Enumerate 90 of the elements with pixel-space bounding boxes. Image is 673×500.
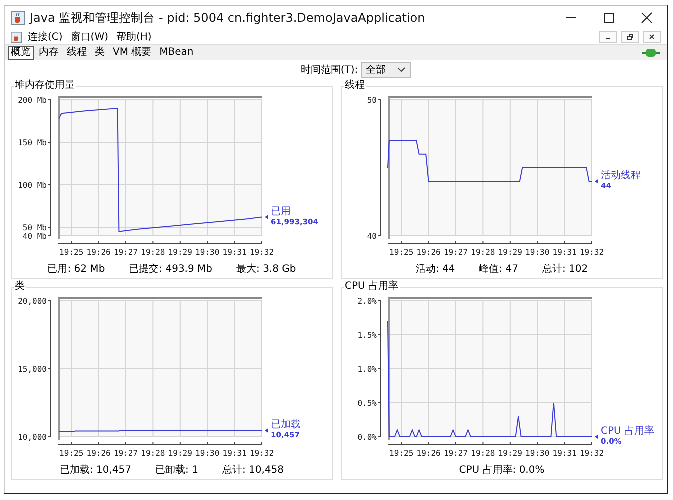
axis-label: 0.5% bbox=[358, 399, 377, 408]
maximize-icon[interactable] bbox=[603, 12, 615, 24]
axis-label: 150 Mb bbox=[18, 138, 47, 148]
close-icon[interactable] bbox=[641, 12, 653, 24]
stat-text: 已用: 62 Mb bbox=[48, 263, 106, 276]
tab[interactable]: 概览 bbox=[8, 46, 34, 60]
panel-title: 类 bbox=[14, 281, 26, 293]
panel-title: 堆内存使用量 bbox=[14, 80, 76, 92]
connection-plug-icon bbox=[642, 48, 660, 58]
tab[interactable]: 线程 bbox=[64, 46, 90, 60]
stat-text: 活动: 44 bbox=[416, 263, 456, 276]
axis-label: 19:32 bbox=[250, 449, 274, 458]
panel-title: 线程 bbox=[344, 80, 366, 92]
current-marker-icon bbox=[265, 428, 268, 433]
axis-label: 100 Mb bbox=[18, 181, 47, 190]
axis-label: 15,000 bbox=[18, 365, 47, 374]
axis-label: 19:29 bbox=[498, 449, 522, 458]
axis-label: 19:28 bbox=[471, 248, 496, 257]
axis-label: 19:31 bbox=[222, 449, 247, 458]
current-marker-icon bbox=[595, 435, 598, 439]
window-title: Java 监视和管理控制台 - pid: 5004 cn.fighter3.DemoJavaApplication bbox=[30, 10, 426, 26]
stat-text: 最大: 3.8 Gb bbox=[236, 262, 296, 276]
axis-label: 2.0% bbox=[358, 297, 377, 306]
axis-label: 40 Mb bbox=[22, 232, 47, 241]
axis-label: 19:30 bbox=[526, 449, 550, 458]
tab[interactable]: VM 概要 bbox=[110, 46, 155, 60]
axis-label: 19:32 bbox=[580, 449, 604, 458]
axis-label: 19:26 bbox=[86, 449, 111, 458]
time-range-dropdown[interactable]: 全部 bbox=[361, 62, 412, 78]
axis-label: 200 Mb bbox=[18, 96, 47, 105]
menu-item[interactable]: 连接(C) bbox=[26, 30, 65, 44]
close-button[interactable] bbox=[643, 31, 661, 43]
axis-label: 19:31 bbox=[222, 248, 247, 257]
axis-label: 19:30 bbox=[196, 248, 220, 257]
stat-text: 总计: 102 bbox=[542, 262, 588, 276]
axis-label: 19:25 bbox=[390, 449, 414, 458]
current-marker-icon bbox=[595, 180, 598, 184]
axis-label: 19:32 bbox=[250, 248, 274, 257]
stat-text: 已加载: 10,457 bbox=[60, 464, 132, 477]
stat-text: 已卸载: 1 bbox=[156, 464, 198, 477]
axis-label: 19:27 bbox=[444, 449, 468, 458]
menu-item[interactable]: 帮助(H) bbox=[114, 30, 154, 44]
axis-label: 19:28 bbox=[141, 248, 166, 257]
restore-icon bbox=[626, 33, 634, 41]
axis-label: 19:27 bbox=[114, 449, 138, 458]
caret-icon bbox=[397, 67, 406, 73]
axis-label: 50 Mb bbox=[22, 224, 47, 232]
legend-label: 已加载 bbox=[271, 420, 301, 431]
stat-text: 总计: 10,458 bbox=[222, 464, 284, 477]
axis-label: 19:25 bbox=[60, 449, 84, 458]
axis-label: 0.0% bbox=[358, 433, 377, 442]
axis-label: 19:30 bbox=[196, 449, 220, 458]
legend-label: 已用 bbox=[271, 206, 291, 218]
restore-button[interactable] bbox=[621, 31, 639, 43]
axis-label: 19:26 bbox=[86, 248, 111, 257]
axis-label: 19:27 bbox=[114, 248, 138, 257]
current-marker-icon bbox=[265, 215, 268, 220]
axis-label: 19:25 bbox=[60, 248, 84, 257]
time-range-label: 时间范围(T): bbox=[300, 64, 358, 77]
axis-label: 19:26 bbox=[416, 248, 441, 257]
axis-label: 19:26 bbox=[416, 449, 441, 458]
axis-label: 19:28 bbox=[471, 449, 496, 458]
axis-label: 19:29 bbox=[168, 248, 192, 257]
tab[interactable]: 类 bbox=[92, 46, 108, 60]
axis-label: 1.0% bbox=[358, 365, 377, 374]
axis-label: 19:27 bbox=[444, 248, 468, 257]
legend-label: CPU 占用率 bbox=[601, 426, 655, 437]
axis-label: 50 bbox=[367, 96, 377, 105]
tab[interactable]: MBean bbox=[156, 46, 197, 60]
axis-label: 19:32 bbox=[580, 248, 604, 257]
axis-label: 19:29 bbox=[168, 449, 192, 458]
stat-text: 峰值: 47 bbox=[479, 263, 518, 276]
axis-label: 19:31 bbox=[552, 449, 577, 458]
axis-label: 10,000 bbox=[18, 433, 47, 442]
axis-label: 19:30 bbox=[526, 248, 550, 257]
stat-text: CPU 占用率: 0.0% bbox=[459, 464, 545, 477]
tab[interactable]: 内存 bbox=[36, 46, 62, 60]
stat-text: 已提交: 493.9 Mb bbox=[129, 262, 213, 276]
axis-label: 20,000 bbox=[18, 297, 47, 306]
legend-label: 活动线程 bbox=[601, 170, 641, 182]
axis-label: 19:25 bbox=[390, 248, 414, 257]
panel-title: CPU 占用率 bbox=[344, 281, 400, 293]
menu-item[interactable]: 窗口(W) bbox=[68, 30, 110, 44]
java-cup-icon bbox=[11, 11, 25, 25]
close-icon bbox=[648, 33, 656, 41]
axis-label: 1.5% bbox=[358, 331, 377, 340]
axis-label: 19:28 bbox=[141, 449, 166, 458]
axis-label: 19:31 bbox=[552, 248, 577, 257]
axis-label: 40 bbox=[367, 232, 377, 241]
axis-label: 19:29 bbox=[498, 248, 522, 257]
